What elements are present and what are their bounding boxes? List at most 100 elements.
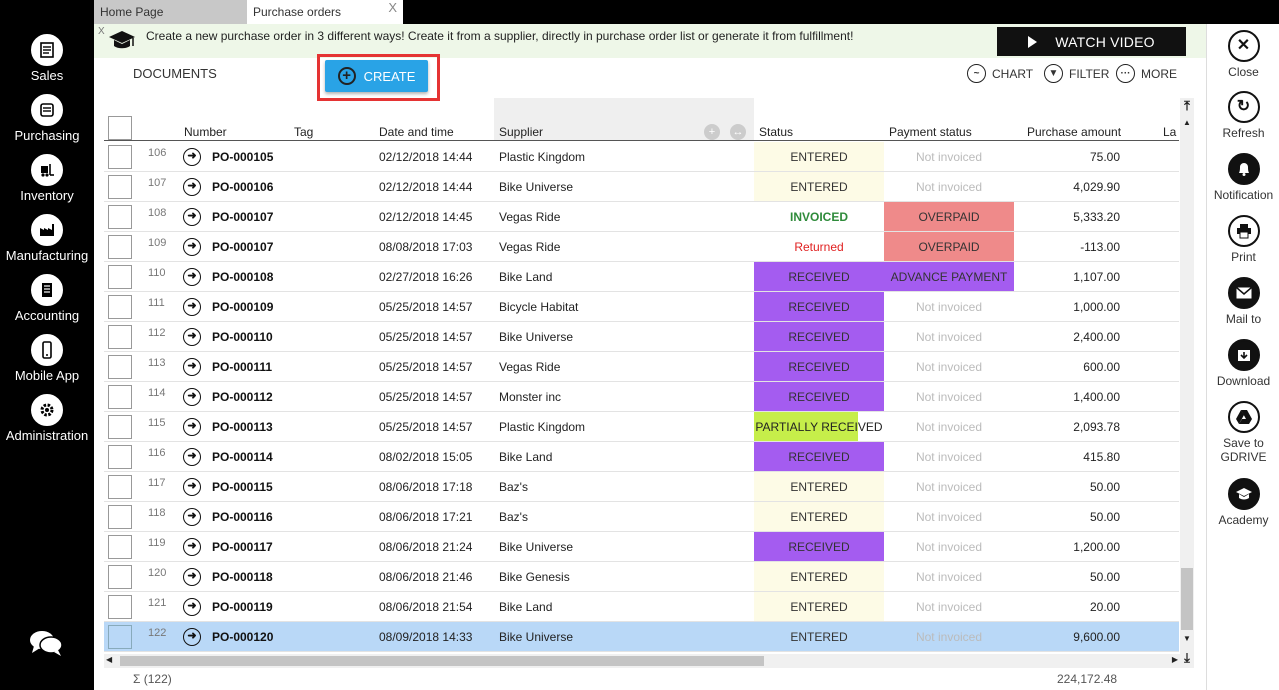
table-row[interactable]: 109 ➜ PO-000107 08/08/2018 17:03 Vegas Ride R… xyxy=(104,232,1179,262)
table-row[interactable]: 107 ➜ PO-000106 02/12/2018 14:44 Bike Univer… xyxy=(104,172,1179,202)
row-checkbox[interactable] xyxy=(108,325,132,349)
open-arrow-icon[interactable]: ➜ xyxy=(183,568,201,586)
nav-item-purchasing[interactable]: Purchasing xyxy=(0,94,94,143)
table-row[interactable]: 114 ➜ PO-000112 05/25/2018 14:57 Monster inc… xyxy=(104,382,1179,412)
watch-video-button[interactable]: WATCH VIDEO xyxy=(997,27,1186,56)
tab-close-icon[interactable]: X xyxy=(388,0,397,15)
col-date[interactable]: Date and time xyxy=(379,125,454,139)
scroll-bottom-icon[interactable]: ⤓ xyxy=(1180,650,1194,666)
col-purchase-amount[interactable]: Purchase amount xyxy=(1027,125,1121,139)
filter-button[interactable]: ▼ FILTER xyxy=(1044,64,1109,83)
horizontal-scroll-thumb[interactable] xyxy=(120,656,764,666)
scroll-top-icon[interactable]: ⤒ xyxy=(1180,98,1194,114)
po-number: PO-000107 xyxy=(212,240,274,254)
row-checkbox[interactable] xyxy=(108,415,132,439)
nav-item-mobile-app[interactable]: Mobile App xyxy=(0,334,94,383)
vertical-scrollbar[interactable]: ⤒ ▲ ▼ ⤓ xyxy=(1180,98,1194,668)
open-arrow-icon[interactable]: ➜ xyxy=(183,358,201,376)
scroll-right-icon[interactable]: ▶ xyxy=(1172,655,1178,664)
open-arrow-icon[interactable]: ➜ xyxy=(183,148,201,166)
row-checkbox[interactable] xyxy=(108,505,132,529)
row-checkbox[interactable] xyxy=(108,175,132,199)
horizontal-scrollbar[interactable]: ◀ ▶ xyxy=(104,654,1180,668)
nav-item-inventory[interactable]: Inventory xyxy=(0,154,94,203)
save-to-gdrive-button[interactable]: Save to GDRIVE xyxy=(1207,401,1279,464)
open-arrow-icon[interactable]: ➜ xyxy=(183,268,201,286)
download-button[interactable]: Download xyxy=(1207,339,1279,388)
print-button[interactable]: Print xyxy=(1207,215,1279,264)
row-checkbox[interactable] xyxy=(108,445,132,469)
chart-button[interactable]: ~ CHART xyxy=(967,64,1033,83)
col-last[interactable]: La xyxy=(1163,125,1176,139)
row-checkbox[interactable] xyxy=(108,625,132,649)
table-row[interactable]: 122 ➜ PO-000120 08/09/2018 14:33 Bike Univer… xyxy=(104,622,1179,652)
table-row[interactable]: 117 ➜ PO-000115 08/06/2018 17:18 Baz's ENTERE… xyxy=(104,472,1179,502)
select-all-checkbox[interactable] xyxy=(108,116,132,140)
table-row[interactable]: 108 ➜ PO-000107 02/12/2018 14:45 Vegas Ride I… xyxy=(104,202,1179,232)
row-checkbox[interactable] xyxy=(108,235,132,259)
chat-icon[interactable] xyxy=(28,628,64,658)
notification-button[interactable]: Notification xyxy=(1207,153,1279,202)
table-row[interactable]: 113 ➜ PO-000111 05/25/2018 14:57 Vegas Ride R… xyxy=(104,352,1179,382)
row-checkbox[interactable] xyxy=(108,205,132,229)
open-arrow-icon[interactable]: ➜ xyxy=(183,298,201,316)
scroll-left-icon[interactable]: ◀ xyxy=(106,655,112,664)
open-arrow-icon[interactable]: ➜ xyxy=(183,598,201,616)
table-row[interactable]: 106 ➜ PO-000105 02/12/2018 14:44 Plastic Kin… xyxy=(104,142,1179,172)
po-number: PO-000112 xyxy=(212,390,273,404)
scroll-up-icon[interactable]: ▲ xyxy=(1180,118,1194,127)
mail-to-button[interactable]: Mail to xyxy=(1207,277,1279,326)
column-resize-icon[interactable]: ↔ xyxy=(730,124,746,140)
open-arrow-icon[interactable]: ➜ xyxy=(183,178,201,196)
table-row[interactable]: 120 ➜ PO-000118 08/06/2018 21:46 Bike Genesi… xyxy=(104,562,1179,592)
more-button[interactable]: ··· MORE xyxy=(1116,64,1177,83)
col-number[interactable]: Number xyxy=(184,125,227,139)
open-arrow-icon[interactable]: ➜ xyxy=(183,628,201,646)
table-row[interactable]: 118 ➜ PO-000116 08/06/2018 17:21 Baz's ENTERE… xyxy=(104,502,1179,532)
col-status[interactable]: Status xyxy=(759,125,793,139)
vertical-scroll-thumb[interactable] xyxy=(1181,568,1193,630)
table-row[interactable]: 111 ➜ PO-000109 05/25/2018 14:57 Bicycle Hab… xyxy=(104,292,1179,322)
row-checkbox[interactable] xyxy=(108,595,132,619)
open-arrow-icon[interactable]: ➜ xyxy=(183,328,201,346)
col-supplier[interactable]: Supplier xyxy=(499,125,543,139)
nav-item-manufacturing[interactable]: Manufacturing xyxy=(0,214,94,263)
tab-purchase-orders[interactable]: Purchase orders X xyxy=(247,0,403,24)
nav-item-accounting[interactable]: Accounting xyxy=(0,274,94,323)
row-checkbox[interactable] xyxy=(108,565,132,589)
table-row[interactable]: 121 ➜ PO-000119 08/06/2018 21:54 Bike Land EN… xyxy=(104,592,1179,622)
purchase-amount: 1,000.00 xyxy=(1073,300,1120,314)
table-row[interactable]: 110 ➜ PO-000108 02/27/2018 16:26 Bike Land RE… xyxy=(104,262,1179,292)
banner-close-icon[interactable]: X xyxy=(98,26,105,37)
row-checkbox[interactable] xyxy=(108,385,132,409)
table-row[interactable]: 119 ➜ PO-000117 08/06/2018 21:24 Bike Univer… xyxy=(104,532,1179,562)
nav-item-administration[interactable]: Administration xyxy=(0,394,94,443)
row-checkbox[interactable] xyxy=(108,355,132,379)
open-arrow-icon[interactable]: ➜ xyxy=(183,478,201,496)
open-arrow-icon[interactable]: ➜ xyxy=(183,208,201,226)
close-button[interactable]: ✕ Close xyxy=(1207,30,1279,79)
open-arrow-icon[interactable]: ➜ xyxy=(183,238,201,256)
table-row[interactable]: 116 ➜ PO-000114 08/02/2018 15:05 Bike Land RE… xyxy=(104,442,1179,472)
open-arrow-icon[interactable]: ➜ xyxy=(183,508,201,526)
open-arrow-icon[interactable]: ➜ xyxy=(183,538,201,556)
row-checkbox[interactable] xyxy=(108,265,132,289)
row-checkbox[interactable] xyxy=(108,295,132,319)
open-arrow-icon[interactable]: ➜ xyxy=(183,418,201,436)
table-row[interactable]: 112 ➜ PO-000110 05/25/2018 14:57 Bike Univer… xyxy=(104,322,1179,352)
row-checkbox[interactable] xyxy=(108,475,132,499)
create-button[interactable]: + CREATE xyxy=(325,60,428,92)
academy-button[interactable]: Academy xyxy=(1207,478,1279,527)
tab-home-page[interactable]: Home Page xyxy=(94,0,247,24)
column-move-icon[interactable]: + xyxy=(704,124,720,140)
col-payment-status[interactable]: Payment status xyxy=(889,125,972,139)
table-row[interactable]: 115 ➜ PO-000113 05/25/2018 14:57 Plastic Kin… xyxy=(104,412,1179,442)
row-checkbox[interactable] xyxy=(108,535,132,559)
scroll-down-icon[interactable]: ▼ xyxy=(1180,634,1194,643)
nav-item-sales[interactable]: Sales xyxy=(0,34,94,83)
refresh-button[interactable]: ↻ Refresh xyxy=(1207,91,1279,140)
open-arrow-icon[interactable]: ➜ xyxy=(183,388,201,406)
open-arrow-icon[interactable]: ➜ xyxy=(183,448,201,466)
col-tag[interactable]: Tag xyxy=(294,125,313,139)
row-checkbox[interactable] xyxy=(108,145,132,169)
